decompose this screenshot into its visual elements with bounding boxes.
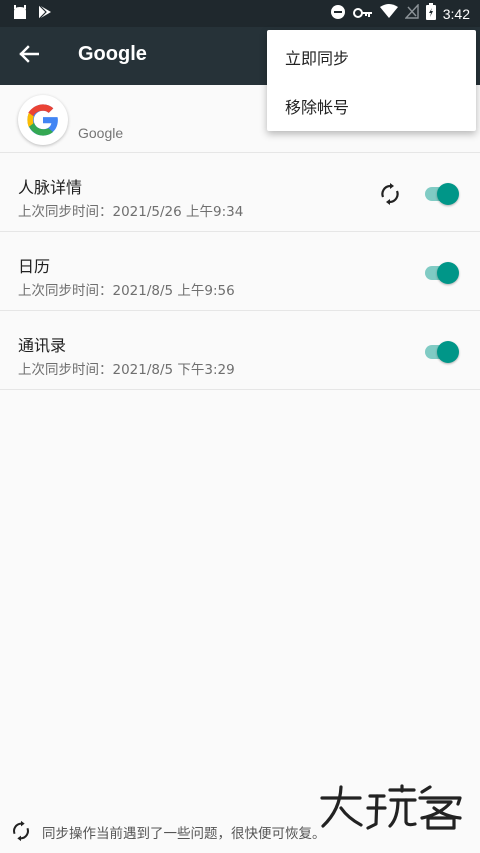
page-title: Google xyxy=(78,43,147,65)
switch-thumb xyxy=(437,341,459,363)
sync-item-last-sync: 上次同步时间：2021/5/26 上午9:34 xyxy=(18,204,244,220)
sync-item-contact-details[interactable]: 人脉详情 上次同步时间：2021/5/26 上午9:34 xyxy=(0,154,480,232)
sync-item-title: 人脉详情 xyxy=(18,178,83,197)
vpn-key-icon xyxy=(352,4,373,23)
account-label: Google xyxy=(78,125,124,141)
wifi-icon xyxy=(379,4,398,23)
switch-thumb xyxy=(437,183,459,205)
sync-item-last-sync: 上次同步时间：2021/8/5 上午9:56 xyxy=(18,283,235,299)
sync-problem-icon xyxy=(10,820,32,842)
arrow-back-icon xyxy=(19,45,40,67)
overflow-menu: 立即同步 移除帐号 xyxy=(267,30,476,131)
switch-thumb xyxy=(437,262,459,284)
status-bar: 3:42 xyxy=(0,0,480,27)
clock: 3:42 xyxy=(442,5,470,22)
sync-icon xyxy=(378,182,402,206)
sync-toggle[interactable] xyxy=(423,340,461,364)
sync-item-contacts[interactable]: 通讯录 上次同步时间：2021/8/5 下午3:29 xyxy=(0,312,480,390)
sync-toggle[interactable] xyxy=(423,182,461,206)
menu-item-remove-account[interactable]: 移除帐号 xyxy=(267,82,476,130)
sync-toggle[interactable] xyxy=(423,261,461,285)
android-icon xyxy=(12,4,28,24)
menu-item-sync-now[interactable]: 立即同步 xyxy=(267,33,476,81)
sync-item-title: 通讯录 xyxy=(18,336,67,355)
back-button[interactable] xyxy=(14,41,44,71)
sync-item-title: 日历 xyxy=(18,257,51,276)
sync-problem-message: 同步操作当前遇到了一些问题，很快便可恢复。 xyxy=(42,826,326,842)
play-store-icon xyxy=(38,4,52,24)
sync-item-calendar[interactable]: 日历 上次同步时间：2021/8/5 上午9:56 xyxy=(0,233,480,311)
no-signal-icon xyxy=(404,3,419,23)
google-g-icon xyxy=(18,95,68,145)
battery-icon xyxy=(425,3,436,24)
sync-problem-footer: 同步操作当前遇到了一些问题，很快便可恢复。 xyxy=(0,812,480,848)
sync-item-last-sync: 上次同步时间：2021/8/5 下午3:29 xyxy=(18,362,235,378)
dnd-icon xyxy=(330,4,346,24)
